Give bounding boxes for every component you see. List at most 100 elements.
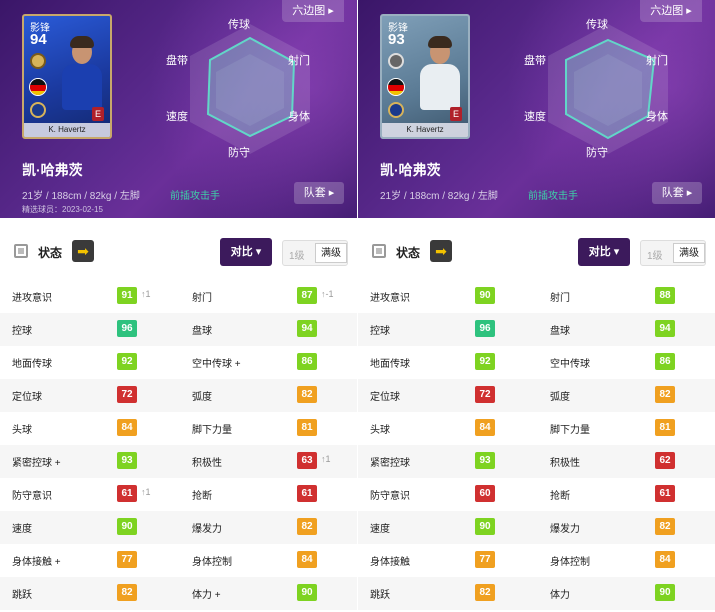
squad-button[interactable]: 队套 ▸ [294,182,344,204]
stat-row: 防守意识 60 抢断 61 [358,478,715,511]
radar-label-dribbling: 盘带 [166,55,188,67]
stat-row: 控球 96 盘球 94 [0,313,357,346]
stat-value-badge: 88 [655,287,675,304]
stat-value-badge: 94 [655,320,675,337]
stat-name: 盘球 [192,326,212,337]
stat-name: 空中传球 [550,359,590,370]
stat-name: 脚下力量 [550,425,590,436]
stat-name: 积极性 [550,458,580,469]
stat-value-badge: 87 [297,287,317,304]
stat-cell: 控球 96 [358,313,538,346]
stat-cell: 体力 90 [538,577,715,610]
squad-button[interactable]: 队套 ▸ [652,182,702,204]
compare-button[interactable]: 对比 ▾ [220,238,272,266]
stat-name: 头球 [12,425,32,436]
level-1-option[interactable]: 1级 [647,247,663,262]
stat-row: 紧密控球 93 积极性 62 [358,445,715,478]
stat-row: 头球 84 脚下力量 81 [358,412,715,445]
level-max-option[interactable]: 满级 [673,243,705,263]
stat-value-badge: 92 [475,353,495,370]
stat-cell: 身体接触 + 77 [0,544,180,577]
stat-cell: 地面传球 92 [358,346,538,379]
player-panel-right: 影锋 93 E K. Havertz 六边图 ▸ 传球 盘带 射门 速度 身体 … [358,0,715,612]
stat-cell: 射门 87 ↑-1 [180,280,357,313]
player-name: 凯·哈弗茨 [380,162,441,178]
stat-row: 控球 96 盘球 94 [358,313,715,346]
card-tier-icon: E [450,107,462,121]
stat-cell: 身体控制 84 [180,544,357,577]
stat-value-badge: 84 [475,419,495,436]
radar-label-speed: 速度 [524,111,546,123]
stat-name: 定位球 [12,392,42,403]
stat-cell: 紧密控球 + 93 [0,445,180,478]
stat-delta: ↑1 [141,289,151,299]
radar-hexagon [548,24,668,154]
player-info: 21岁 / 188cm / 82kg / 左脚 [22,191,140,202]
stat-cell: 定位球 72 [0,379,180,412]
stat-value-badge: 90 [117,518,137,535]
stat-name: 抢断 [192,491,212,502]
player-card[interactable]: 影锋 93 E K. Havertz [380,14,470,139]
stat-value-badge: 84 [655,551,675,568]
stat-value-badge: 61 [655,485,675,502]
stat-value-badge: 62 [655,452,675,469]
stat-row: 身体接触 77 身体控制 84 [358,544,715,577]
stat-delta: ↑1 [141,487,151,497]
stat-row: 进攻意识 91 ↑1 射门 87 ↑-1 [0,280,357,313]
radar-label-shooting: 射门 [646,55,668,67]
stat-value-badge: 81 [655,419,675,436]
stat-cell: 脚下力量 81 [538,412,715,445]
stat-row: 身体接触 + 77 身体控制 84 [0,544,357,577]
stat-cell: 抢断 61 [538,478,715,511]
level-toggle: 1级 满级 [640,240,706,266]
selected-date: 精选球员：2023-02-15 [22,205,103,214]
stat-cell: 射门 88 [538,280,715,313]
player-card[interactable]: 影锋 94 E K. Havertz [22,14,112,139]
status-label: 状态 [38,246,63,260]
stat-name: 身体控制 [550,557,590,568]
stat-cell: 体力 + 90 [180,577,357,610]
status-icon [14,244,28,258]
germany-flag-icon [387,78,405,96]
arrow-right-icon[interactable]: ➡ [430,240,452,262]
club-crest-icon [388,102,404,118]
stat-name: 防守意识 [12,491,52,502]
stat-name: 积极性 [192,458,222,469]
stat-cell: 空中传球 + 86 [180,346,357,379]
stat-value-badge: 82 [117,584,137,601]
status-icon [372,244,386,258]
stat-name: 地面传球 [12,359,52,370]
stat-cell: 进攻意识 90 [358,280,538,313]
stat-row: 速度 90 爆发力 82 [358,511,715,544]
stat-value-badge: 84 [297,551,317,568]
radar-label-defending: 防守 [228,147,250,159]
radar-label-physical: 身体 [646,111,668,123]
level-1-option[interactable]: 1级 [289,247,305,262]
stat-cell: 跳跃 82 [358,577,538,610]
stat-value-badge: 72 [475,386,495,403]
card-tier-icon: E [92,107,104,121]
stat-cell: 地面传球 92 [0,346,180,379]
radar-label-shooting: 射门 [288,55,310,67]
stat-cell: 速度 90 [358,511,538,544]
stat-delta: ↑-1 [321,289,334,299]
radar-hexagon [190,24,310,154]
compare-button[interactable]: 对比 ▾ [578,238,630,266]
arrow-right-icon[interactable]: ➡ [72,240,94,262]
stat-value-badge: 82 [655,518,675,535]
stat-name: 控球 [370,326,390,337]
stat-name: 身体控制 [192,557,232,568]
stat-cell: 弧度 82 [180,379,357,412]
stat-value-badge: 82 [297,518,317,535]
stat-name: 爆发力 [192,524,222,535]
stat-value-badge: 86 [655,353,675,370]
stat-row: 防守意识 61 ↑1 抢断 61 [0,478,357,511]
stat-name: 身体接触 + [12,557,61,568]
stat-name: 脚下力量 [192,425,232,436]
level-max-option[interactable]: 满级 [315,243,347,263]
stat-cell: 身体控制 84 [538,544,715,577]
stat-value-badge: 90 [475,287,495,304]
stat-row: 定位球 72 弧度 82 [0,379,357,412]
stat-value-badge: 60 [475,485,495,502]
stat-value-badge: 90 [475,518,495,535]
